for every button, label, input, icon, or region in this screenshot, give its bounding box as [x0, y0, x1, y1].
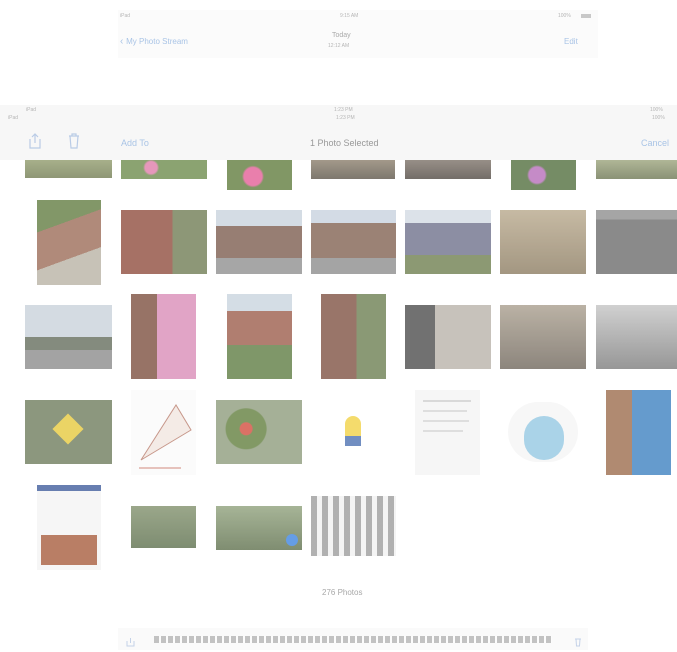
trash-icon[interactable]: [574, 634, 582, 652]
photo-thumbnail[interactable]: [405, 305, 491, 369]
photo-thumbnail[interactable]: [131, 506, 196, 548]
back-button[interactable]: ‹ My Photo Stream: [120, 36, 188, 47]
selection-toolbar: iPad iPad 1:23 PM 1:23 PM 100% 100% Add …: [0, 105, 677, 160]
photo-thumbnail[interactable]: [216, 400, 302, 464]
photo-thumbnail[interactable]: [227, 160, 292, 190]
status-time-a: 1:23 PM: [334, 107, 353, 113]
share-icon[interactable]: [126, 634, 135, 652]
photo-thumbnail[interactable]: [311, 210, 396, 274]
photo-thumbnail[interactable]: [131, 294, 196, 379]
back-label: My Photo Stream: [126, 37, 188, 46]
photo-thumbnail[interactable]: [405, 210, 491, 274]
photo-thumbnail[interactable]: [321, 400, 386, 464]
photo-thumbnail[interactable]: [216, 210, 302, 274]
photo-thumbnail[interactable]: [25, 400, 112, 464]
photo-thumbnail[interactable]: [216, 506, 302, 550]
photo-thumbnail[interactable]: [500, 305, 586, 369]
photo-thumbnail[interactable]: [37, 485, 101, 570]
photo-thumbnail[interactable]: [25, 305, 112, 369]
photo-thumbnail[interactable]: [121, 210, 207, 274]
photo-thumbnail[interactable]: [500, 210, 586, 274]
photo-thumbnail[interactable]: [500, 390, 586, 475]
photo-thumbnail[interactable]: [415, 390, 480, 475]
add-to-button[interactable]: Add To: [121, 138, 149, 148]
carrier-label-a: iPad: [26, 107, 37, 113]
edit-button[interactable]: Edit: [564, 37, 578, 46]
checkmark-icon: [286, 534, 298, 546]
photo-stream-header: iPad 9:15 AM 100% ‹ My Photo Stream Toda…: [118, 10, 598, 58]
battery-icon: [581, 14, 591, 18]
share-icon[interactable]: [28, 133, 42, 154]
photo-thumbnail[interactable]: [511, 160, 576, 190]
photo-thumbnail[interactable]: [25, 160, 112, 178]
battery-label-b: 100%: [652, 115, 665, 121]
chevron-left-icon: ‹: [120, 36, 124, 47]
photo-thumbnail[interactable]: [321, 294, 386, 379]
status-time: 9:15 AM: [340, 13, 359, 19]
photo-thumbnail[interactable]: [121, 160, 207, 179]
carrier-label: iPad: [120, 13, 131, 19]
thumbnail-strip[interactable]: [118, 628, 588, 650]
photo-thumbnail[interactable]: [596, 160, 677, 179]
selection-title: 1 Photo Selected: [310, 138, 379, 148]
photo-thumbnail[interactable]: [311, 160, 395, 179]
page-title: Today: [332, 32, 351, 39]
photo-thumbnail[interactable]: [606, 390, 671, 475]
battery-label-a: 100%: [650, 107, 663, 113]
trash-icon[interactable]: [68, 133, 80, 154]
photo-thumbnail[interactable]: [596, 305, 677, 369]
photo-thumbnail[interactable]: [311, 496, 396, 556]
photo-thumbnail[interactable]: [405, 160, 491, 179]
photo-count: 276 Photos: [322, 588, 363, 597]
photo-thumbnail[interactable]: [596, 210, 677, 274]
page-subtitle: 12:12 AM: [328, 43, 350, 49]
status-time-b: 1:23 PM: [336, 115, 355, 121]
photo-thumbnail[interactable]: [131, 390, 196, 475]
cancel-button[interactable]: Cancel: [641, 138, 669, 148]
photo-thumbnail[interactable]: [227, 294, 292, 379]
photo-thumbnail[interactable]: [37, 200, 101, 285]
thumbnail-scrubber[interactable]: [154, 636, 552, 643]
battery-label: 100%: [558, 13, 571, 19]
carrier-label-b: iPad: [8, 115, 19, 121]
photo-grid: [0, 160, 677, 580]
